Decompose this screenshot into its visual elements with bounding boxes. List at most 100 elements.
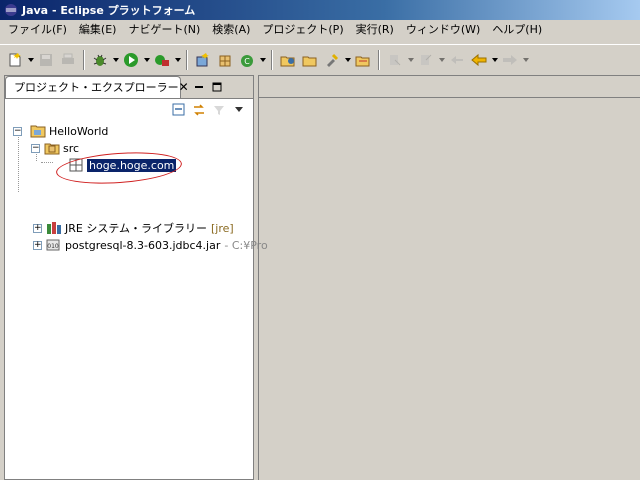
new-dropdown[interactable]	[26, 49, 35, 71]
collapse-icon[interactable]: −	[31, 143, 40, 153]
menu-navigate[interactable]: ナビゲート(N)	[122, 21, 206, 39]
link-with-editor-button[interactable]	[189, 101, 209, 119]
project-label: HelloWorld	[49, 124, 109, 138]
src-label: src	[63, 141, 80, 155]
eclipse-icon	[5, 4, 17, 16]
debug-button[interactable]	[89, 49, 111, 71]
open-task-button[interactable]	[299, 49, 321, 71]
print-button[interactable]	[57, 49, 79, 71]
back-dropdown[interactable]	[490, 49, 499, 71]
collapse-icon[interactable]: −	[13, 126, 22, 136]
run-dropdown[interactable]	[142, 49, 151, 71]
jar-label: postgresql-8.3-603.jdbc4.jar	[65, 238, 221, 252]
view-toolbar	[5, 98, 253, 120]
menu-run[interactable]: 実行(R)	[350, 21, 400, 39]
new-java-project-icon	[196, 52, 209, 66]
chevron-down-icon	[344, 57, 351, 62]
link-with-editor-icon	[194, 103, 204, 116]
new-java-package-button[interactable]	[214, 49, 236, 71]
new-class-dropdown[interactable]	[258, 49, 267, 71]
external-tools-dropdown[interactable]	[173, 49, 182, 71]
menu-file[interactable]: ファイル(F)	[2, 21, 73, 39]
chevron-down-icon	[27, 57, 34, 62]
toolbar-separator	[378, 49, 380, 70]
tree-item-project[interactable]: − HelloWorld	[13, 123, 108, 139]
menu-search[interactable]: 検索(A)	[206, 21, 256, 39]
collapse-all-icon	[172, 103, 185, 115]
view-filter-button[interactable]	[209, 101, 229, 119]
save-button[interactable]	[35, 49, 57, 71]
last-edit-button[interactable]	[446, 49, 468, 71]
jre-label: JRE システム・ライブラリー	[65, 222, 208, 235]
chevron-down-icon	[491, 57, 498, 62]
menu-help[interactable]: ヘルプ(H)	[486, 21, 548, 39]
filter-icon	[214, 105, 224, 115]
debug-dropdown[interactable]	[111, 49, 120, 71]
external-tools-button[interactable]	[151, 49, 173, 71]
next-annotation-icon	[390, 54, 401, 65]
next-annotation-button[interactable]	[384, 49, 406, 71]
jar-icon: 010	[46, 239, 60, 251]
bug-icon	[93, 54, 107, 66]
back-button[interactable]	[468, 49, 490, 71]
minimize-view-button[interactable]	[193, 81, 205, 93]
view-tab-label: プロジェクト・エクスプローラー	[14, 81, 179, 94]
forward-button[interactable]	[499, 49, 521, 71]
next-annotation-dropdown[interactable]	[406, 49, 415, 71]
view-menu-button[interactable]	[229, 101, 249, 119]
collapse-all-button[interactable]	[169, 101, 189, 119]
new-button[interactable]	[4, 49, 26, 71]
chevron-down-icon	[259, 57, 266, 62]
view-header: プロジェクト・エクスプローラー ✕	[5, 75, 253, 98]
java-project-icon	[30, 125, 46, 138]
chevron-down-icon	[438, 57, 445, 62]
open-type-button[interactable]	[277, 49, 299, 71]
run-icon	[124, 52, 138, 67]
forward-dropdown[interactable]	[521, 49, 530, 71]
main-toolbar: C	[0, 44, 640, 74]
svg-text:C: C	[244, 57, 250, 66]
new-class-icon: C	[241, 54, 253, 67]
expand-icon[interactable]: +	[33, 223, 42, 233]
menu-project[interactable]: プロジェクト(P)	[256, 21, 349, 39]
search-button[interactable]	[321, 49, 343, 71]
window-title-bar: Java - Eclipse プラットフォーム	[0, 0, 640, 20]
chevron-down-icon	[174, 57, 181, 62]
new-java-project-button[interactable]	[192, 49, 214, 71]
open-resource-button[interactable]	[352, 49, 374, 71]
tab-project-explorer[interactable]: プロジェクト・エクスプローラー ✕	[5, 75, 189, 98]
previous-annotation-icon	[421, 54, 432, 65]
run-button[interactable]	[120, 49, 142, 71]
close-icon[interactable]: ✕	[179, 80, 189, 94]
minimize-icon	[195, 85, 203, 88]
new-java-class-button[interactable]: C	[236, 49, 258, 71]
maximize-view-button[interactable]	[211, 81, 223, 93]
new-package-icon	[219, 55, 231, 66]
last-edit-icon	[451, 55, 463, 64]
project-explorer-view: プロジェクト・エクスプローラー ✕ − HelloWorld − src hog…	[4, 75, 268, 480]
tree-item-jre[interactable]: + JRE システム・ライブラリー [jre]	[33, 220, 234, 236]
save-icon	[40, 53, 52, 66]
editor-area	[258, 75, 640, 480]
svg-text:010: 010	[47, 243, 59, 250]
tree-item-src[interactable]: − src	[31, 140, 79, 156]
chevron-down-icon	[143, 57, 150, 62]
expand-icon[interactable]: +	[33, 240, 42, 250]
chevron-down-icon	[407, 57, 414, 62]
open-type-icon	[280, 56, 295, 66]
menu-window[interactable]: ウィンドウ(W)	[400, 21, 486, 39]
open-folder-icon	[355, 56, 370, 66]
jre-decoration: [jre]	[211, 221, 234, 235]
search-dropdown[interactable]	[343, 49, 352, 71]
menu-edit[interactable]: 編集(E)	[73, 21, 123, 39]
source-folder-icon	[44, 143, 60, 155]
tree-item-jar[interactable]: + 010 postgresql-8.3-603.jdbc4.jar - C:¥…	[33, 237, 268, 253]
menu-bar: ファイル(F) 編集(E) ナビゲート(N) 検索(A) プロジェクト(P) 実…	[0, 20, 640, 40]
tree-guide-line	[18, 134, 19, 192]
editor-tab-strip	[259, 76, 640, 98]
toolbar-separator	[186, 49, 188, 70]
previous-annotation-dropdown[interactable]	[437, 49, 446, 71]
window-title: Java - Eclipse プラットフォーム	[22, 4, 196, 17]
previous-annotation-button[interactable]	[415, 49, 437, 71]
chevron-down-icon	[235, 106, 243, 112]
